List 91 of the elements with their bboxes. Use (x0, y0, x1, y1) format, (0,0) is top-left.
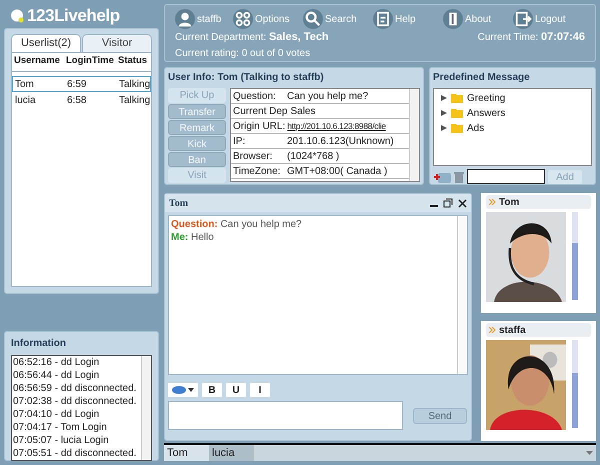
tree-item[interactable]: Answers (441, 106, 591, 120)
field-label: TimeZone: (233, 164, 282, 178)
panel-title: Predefined Message (433, 71, 531, 85)
send-button[interactable]: Send (413, 408, 467, 424)
emoticon-dropdown[interactable] (168, 383, 198, 397)
log-line: 07:04:10 - dd Login (13, 408, 100, 421)
field-label: Origin URL: (233, 120, 286, 134)
field-value: GMT+08:00( Canada ) (287, 164, 388, 178)
scrollbar[interactable] (409, 89, 419, 181)
field-value: 201.10.6.123(Unknown) (287, 134, 394, 148)
format-button[interactable]: B (202, 383, 222, 397)
search-icon (303, 9, 323, 29)
tab[interactable]: Visitor (82, 34, 152, 52)
toolbar-button[interactable]: Options (233, 9, 295, 29)
column-header: LoginTime (66, 54, 115, 68)
chevron-icon (489, 327, 496, 333)
tab[interactable]: Userlist(2) (11, 34, 81, 52)
field-label: IP: (233, 134, 246, 148)
emoticon-icon (172, 386, 186, 394)
format-button[interactable]: I (250, 383, 270, 397)
expand-arrow-icon[interactable] (441, 95, 447, 101)
action-button[interactable]: Transfer (168, 104, 226, 119)
chat-message: Me: Hello (171, 231, 215, 244)
add-folder-icon[interactable] (433, 170, 451, 182)
toolbar-button[interactable]: Logout (513, 9, 575, 29)
log-line: 07:04:17 - Tom Login (13, 421, 108, 434)
video-name: staffa (499, 324, 526, 338)
column-header: Username (14, 54, 61, 68)
expand-arrow-icon[interactable] (441, 110, 447, 116)
taskbar-tab[interactable]: Tom (164, 445, 209, 461)
toolbar-button[interactable]: Search (303, 9, 365, 29)
action-button[interactable]: Ban (168, 152, 226, 167)
action-button[interactable]: Remark (168, 120, 226, 135)
tree-item[interactable]: Greeting (441, 91, 591, 105)
folder-icon (451, 93, 463, 103)
scrollbar[interactable] (141, 356, 151, 460)
door-icon (443, 9, 463, 29)
log-line: 07:05:51 - dd disconnected. (13, 447, 138, 460)
log-line: 07:02:38 - dd disconnected. (13, 395, 138, 408)
document-icon (373, 9, 393, 29)
table-cell-text: Talking (119, 78, 150, 92)
chat-message: Question: Can you help me? (171, 218, 303, 231)
message-input[interactable] (168, 401, 403, 430)
table-cell-text: Tom (15, 78, 35, 92)
caret-icon (188, 388, 194, 392)
format-button[interactable]: U (226, 383, 246, 397)
chat-bubble-icon (10, 9, 24, 23)
toolbar-button[interactable]: staffb (175, 9, 225, 29)
action-button[interactable]: Kick (168, 136, 226, 151)
video-name: Tom (499, 196, 520, 210)
field-value: (1024*768 ) (287, 150, 340, 164)
folder-icon (451, 108, 463, 118)
log-line: 07:05:07 - lucia Login (13, 434, 110, 447)
app-logo: 123Livehelp (27, 5, 120, 28)
grid-icon (233, 9, 253, 29)
field-label: Question: (233, 90, 277, 104)
chevron-icon (489, 199, 496, 205)
table-cell-text: Talking (119, 94, 150, 108)
log-line: 06:56:59 - dd disconnected. (13, 382, 138, 395)
taskbar-tab[interactable]: lucia (209, 445, 254, 461)
folder-icon (451, 123, 463, 133)
logout-icon (513, 9, 533, 29)
current-time: Current Time: 07:07:46 (478, 30, 585, 45)
scrollbar[interactable] (457, 216, 467, 374)
department-text: Current Department: Sales, Tech (175, 30, 329, 45)
tree-item[interactable]: Ads (441, 121, 591, 135)
message-input[interactable] (467, 169, 545, 184)
restore-icon[interactable] (443, 198, 453, 208)
close-icon[interactable] (458, 198, 467, 208)
rating-text: Current rating: 0 out of 0 votes (175, 47, 312, 61)
panel-title: User Info: Tom (Talking to staffb) (168, 71, 325, 85)
expand-arrow-icon[interactable] (441, 125, 447, 131)
table-cell-text: lucia (15, 94, 37, 108)
toolbar-button[interactable]: Help (373, 9, 435, 29)
log-line: 06:52:16 - dd Login (13, 356, 100, 369)
column-header: Status (118, 54, 148, 68)
log-line: 06:56:44 - dd Login (13, 369, 100, 382)
toolbar-button[interactable]: About (443, 9, 505, 29)
chat-title: Tom (169, 196, 190, 210)
user-row[interactable]: Tom 6:59 Talking (12, 76, 151, 92)
user-icon (175, 9, 195, 29)
panel-title: Information (11, 337, 67, 351)
dropdown-arrow-icon[interactable] (586, 451, 592, 455)
field-label: Browser: (233, 150, 274, 164)
user-row[interactable]: lucia 6:58 Talking (12, 92, 151, 108)
table-cell-text: 6:58 (67, 94, 88, 108)
field-value: Sales (290, 104, 316, 118)
field-label: Current Dep (233, 104, 288, 118)
field-value: Can you help me? (287, 90, 368, 104)
table-cell-text: 6:59 (67, 78, 88, 92)
origin-link[interactable]: http://201.10.6.123:8988/clie (287, 120, 386, 132)
